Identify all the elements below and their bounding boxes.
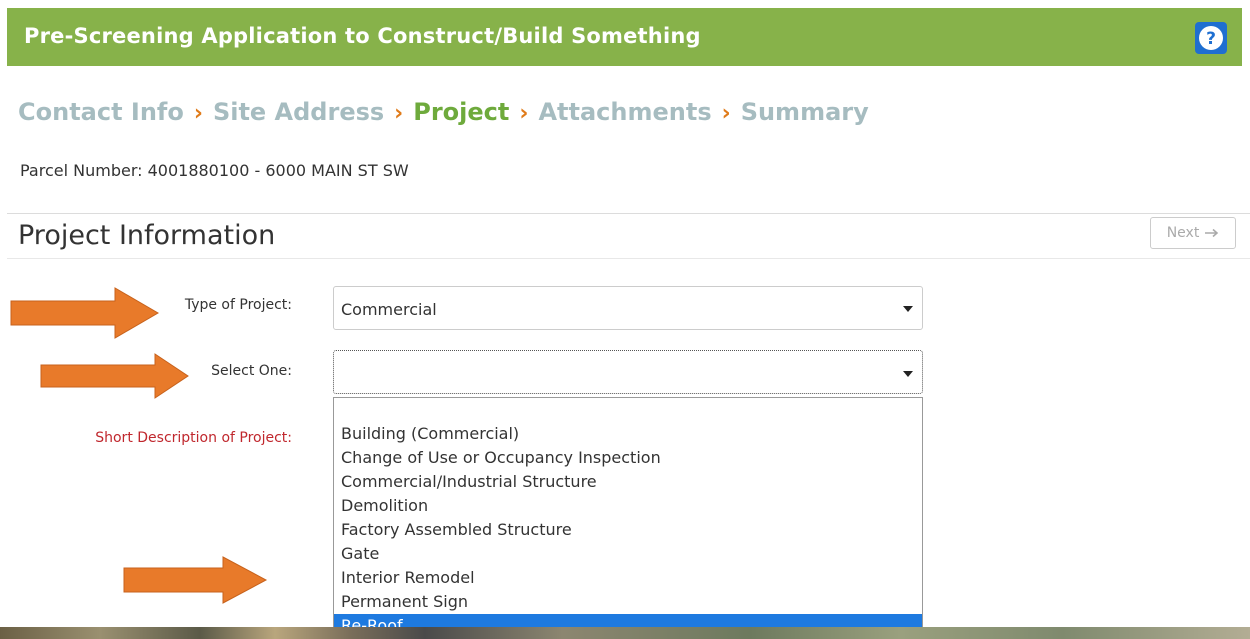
help-button[interactable]: ? <box>1195 22 1227 54</box>
chevron-right-icon: › <box>193 101 203 126</box>
dropdown-option-commercial-industrial[interactable]: Commercial/Industrial Structure <box>334 470 922 494</box>
dropdown-option-factory-assembled[interactable]: Factory Assembled Structure <box>334 518 922 542</box>
next-button[interactable]: Next <box>1150 217 1236 249</box>
chevron-right-icon: › <box>394 101 404 126</box>
breadcrumb-summary[interactable]: Summary <box>741 98 869 126</box>
dropdown-option-building-commercial[interactable]: Building (Commercial) <box>334 422 922 446</box>
section-divider-bottom <box>7 258 1250 259</box>
section-title: Project Information <box>18 220 276 251</box>
section-divider <box>7 213 1250 214</box>
annotation-arrow-icon <box>10 287 159 339</box>
type-of-project-value: Commercial <box>341 300 437 319</box>
chevron-right-icon: › <box>519 101 529 126</box>
breadcrumb-project[interactable]: Project <box>413 98 509 126</box>
breadcrumb-attachments[interactable]: Attachments <box>538 98 711 126</box>
select-one-dropdown[interactable]: Building (Commercial) Change of Use or O… <box>333 397 923 637</box>
caret-down-icon <box>903 371 913 377</box>
dropdown-option-gate[interactable]: Gate <box>334 542 922 566</box>
short-description-label: Short Description of Project: <box>95 430 292 446</box>
breadcrumb-site-address[interactable]: Site Address <box>213 98 384 126</box>
select-one-select[interactable] <box>333 350 923 394</box>
arrow-right-icon <box>1205 228 1219 238</box>
dropdown-option-interior-remodel[interactable]: Interior Remodel <box>334 566 922 590</box>
dropdown-option-blank[interactable] <box>334 398 922 422</box>
type-of-project-select[interactable]: Commercial <box>333 286 923 330</box>
breadcrumb-contact-info[interactable]: Contact Info <box>18 98 184 126</box>
breadcrumb: Contact Info › Site Address › Project › Attach… <box>18 98 869 126</box>
annotation-arrow-icon <box>123 556 268 604</box>
app-title: Pre-Screening Application to Construct/B… <box>24 24 701 48</box>
caret-down-icon <box>903 306 913 312</box>
parcel-number: Parcel Number: 4001880100 - 6000 MAIN ST… <box>20 161 409 180</box>
app-header: Pre-Screening Application to Construct/B… <box>7 8 1242 66</box>
question-circle-icon: ? <box>1199 26 1223 50</box>
dropdown-option-permanent-sign[interactable]: Permanent Sign <box>334 590 922 614</box>
background-photo <box>0 627 1250 639</box>
dropdown-option-demolition[interactable]: Demolition <box>334 494 922 518</box>
chevron-right-icon: › <box>721 101 731 126</box>
next-button-label: Next <box>1166 225 1200 241</box>
svg-text:?: ? <box>1206 29 1216 49</box>
dropdown-option-change-of-use[interactable]: Change of Use or Occupancy Inspection <box>334 446 922 470</box>
annotation-arrow-icon <box>40 353 189 399</box>
